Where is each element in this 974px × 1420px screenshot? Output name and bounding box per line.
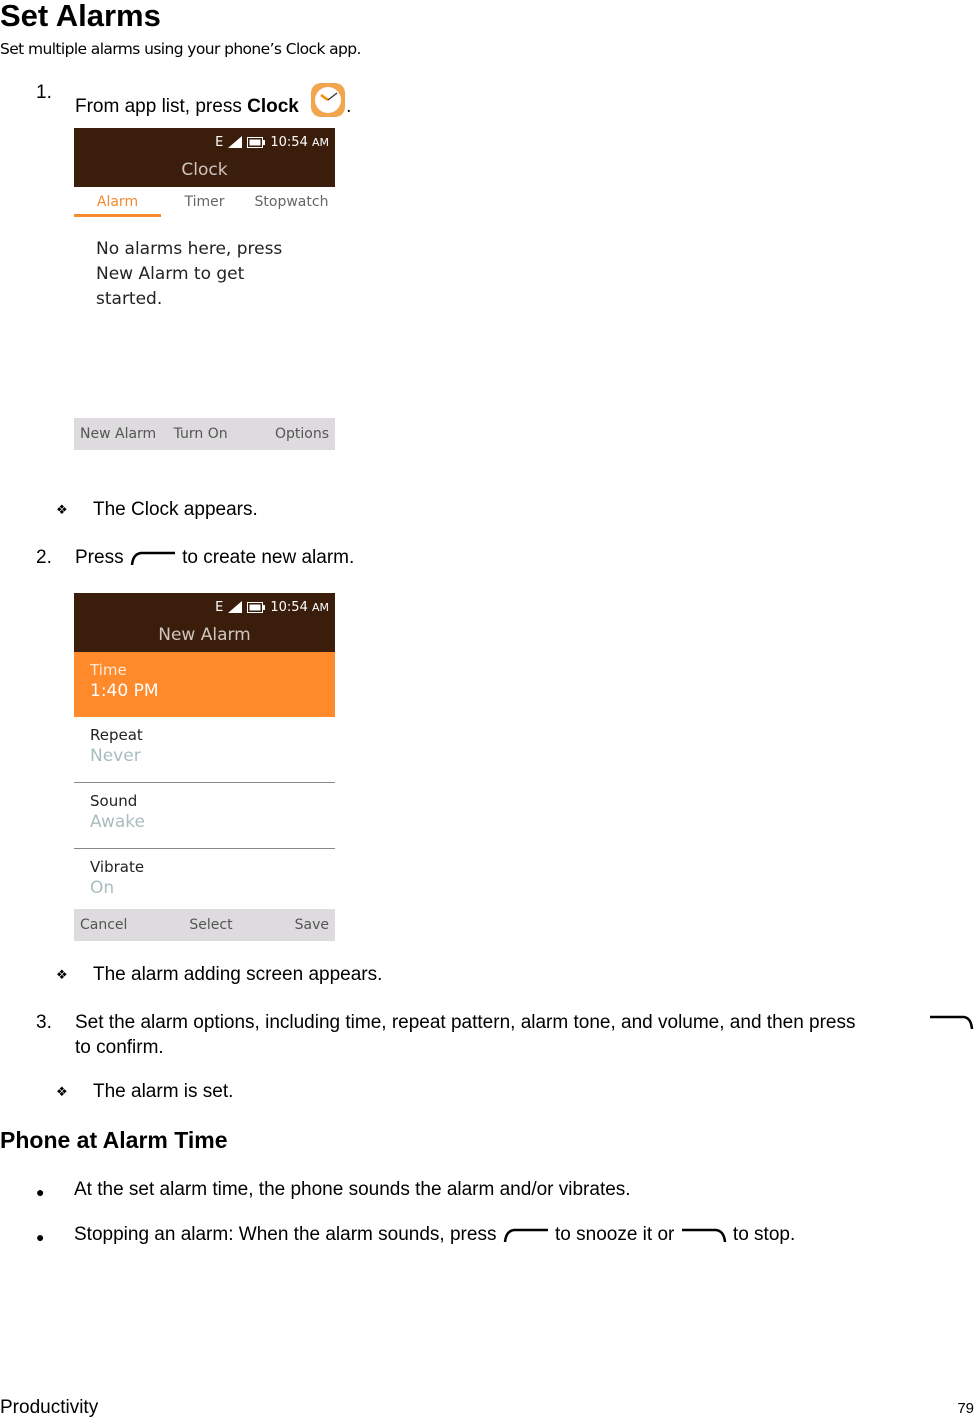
- step-3: 3.: [36, 1012, 52, 1034]
- softkey-bar: New Alarm Turn On Options: [74, 418, 335, 450]
- right-softkey-icon: [681, 1228, 726, 1242]
- right-softkey-icon: [930, 1015, 974, 1029]
- status-ampm: AM: [311, 600, 329, 614]
- step-1: 1. From app list, press Clock .: [36, 82, 351, 117]
- softkey-turn-on[interactable]: Turn On: [174, 426, 228, 442]
- softkey-select[interactable]: Select: [189, 917, 232, 933]
- active-tab-indicator: [74, 214, 161, 217]
- footer-section: Productivity: [0, 1397, 99, 1418]
- step-text: Set the alarm options, including time, r…: [75, 1012, 856, 1033]
- left-softkey-icon: [503, 1228, 548, 1242]
- signal-icon: [228, 601, 243, 613]
- setting-label: Time: [90, 661, 127, 679]
- period: .: [346, 96, 352, 117]
- tab-timer[interactable]: Timer: [161, 194, 248, 210]
- tab-stopwatch[interactable]: Stopwatch: [248, 194, 335, 210]
- step-number: 2.: [36, 547, 52, 568]
- signal-icon: [228, 136, 243, 148]
- empty-message: No alarms here, press New Alarm to get s…: [96, 239, 283, 309]
- status-bar: E 10:54 AM: [74, 593, 335, 621]
- network-indicator: E: [215, 599, 224, 615]
- left-softkey-icon: [130, 551, 175, 565]
- diamond-bullet-icon: ❖: [56, 502, 68, 517]
- status-ampm: AM: [311, 135, 329, 149]
- step-text-after: to create new alarm.: [176, 547, 355, 568]
- setting-label: Vibrate: [90, 858, 145, 876]
- step-3-line2: to confirm.: [75, 1037, 164, 1058]
- step-number: 3.: [36, 1012, 52, 1033]
- step-3-result: The alarm is set.: [93, 1081, 234, 1102]
- battery-icon: [247, 601, 266, 613]
- setting-value: On: [90, 878, 115, 898]
- setting-label: Sound: [90, 792, 138, 810]
- setting-label: Repeat: [90, 726, 143, 744]
- step-3-line1: Set the alarm options, including time, r…: [75, 1012, 856, 1034]
- bullet-dot-icon: ●: [36, 1229, 45, 1245]
- step-2: 2. Press to create new alarm.: [36, 547, 354, 569]
- step-text: Press: [75, 547, 129, 568]
- setting-row-repeat[interactable]: Repeat Never: [74, 717, 335, 783]
- softkey-bar: Cancel Select Save: [74, 909, 335, 941]
- section-title: Phone at Alarm Time: [0, 1127, 228, 1153]
- diamond-bullet-icon: ❖: [56, 1084, 68, 1099]
- page-title: Set Alarms: [0, 0, 161, 33]
- bullet-item: Stopping an alarm: When the alarm sounds…: [74, 1224, 795, 1246]
- setting-row-sound[interactable]: Sound Awake: [74, 783, 335, 849]
- bullet-text: to snooze it or: [549, 1224, 680, 1245]
- setting-row-time[interactable]: Time 1:40 PM: [74, 652, 335, 717]
- network-indicator: E: [215, 134, 224, 150]
- bullet-dot-icon: ●: [36, 1184, 45, 1200]
- bullet-text: to stop.: [727, 1224, 796, 1245]
- softkey-cancel[interactable]: Cancel: [80, 917, 127, 933]
- softkey-options[interactable]: Options: [275, 426, 329, 442]
- app-title: Clock: [74, 156, 335, 187]
- app-title: New Alarm: [74, 621, 335, 652]
- tab-bar: Alarm Timer Stopwatch: [74, 187, 335, 217]
- status-time: 10:54: [270, 134, 308, 150]
- status-bar: E 10:54 AM: [74, 128, 335, 156]
- step-text: From app list, press: [75, 96, 248, 117]
- page-number: 79: [957, 1400, 974, 1417]
- step-1-result: The Clock appears.: [93, 499, 258, 520]
- setting-value: 1:40 PM: [90, 681, 159, 701]
- tab-alarm[interactable]: Alarm: [74, 194, 161, 210]
- bullet-text: Stopping an alarm: When the alarm sounds…: [74, 1224, 502, 1245]
- softkey-new-alarm[interactable]: New Alarm: [80, 426, 156, 442]
- setting-value: Never: [90, 746, 141, 766]
- clock-screenshot: E 10:54 AM Clock Alarm Timer Stopwatch N…: [74, 128, 335, 450]
- intro-text: Set multiple alarms using your phone’s C…: [0, 40, 361, 58]
- step-number: 1.: [36, 82, 52, 103]
- softkey-save[interactable]: Save: [295, 917, 329, 933]
- battery-icon: [247, 136, 266, 148]
- bullet-item: At the set alarm time, the phone sounds …: [74, 1179, 631, 1200]
- setting-value: Awake: [90, 812, 145, 832]
- setting-row-vibrate[interactable]: Vibrate On: [74, 849, 335, 909]
- diamond-bullet-icon: ❖: [56, 967, 68, 982]
- clock-app-icon: [310, 82, 346, 124]
- step-2-result: The alarm adding screen appears.: [93, 964, 383, 985]
- status-time: 10:54: [270, 599, 308, 615]
- step-bold: Clock: [247, 96, 299, 117]
- new-alarm-screenshot: E 10:54 AM New Alarm Time 1:40 PM Repeat…: [74, 593, 335, 941]
